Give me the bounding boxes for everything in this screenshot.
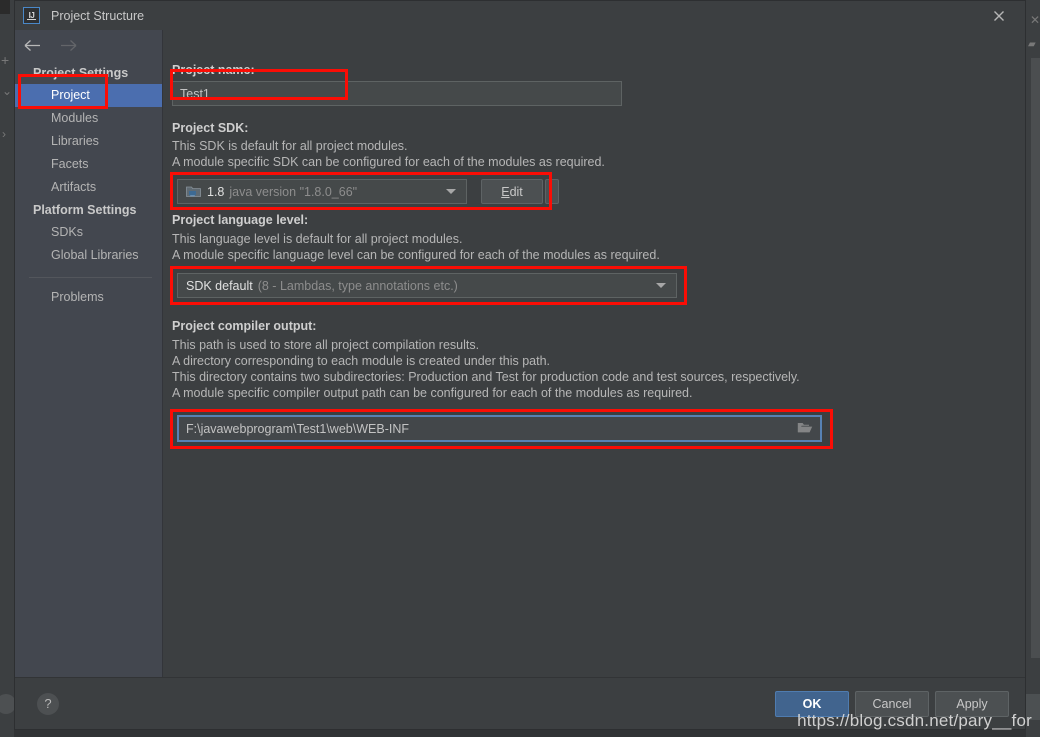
language-level-label: Project language level: [172,213,309,227]
footer-button-group: OK Cancel Apply [775,690,1009,717]
language-level-desc-2: A module specific language level can be … [172,248,660,262]
sidebar-item-artifacts[interactable]: Artifacts [15,176,162,199]
language-level-value-detail: (8 - Lambdas, type annotations etc.) [257,278,458,293]
sidebar-separator [29,277,152,278]
background-file-icon: ▰ [1028,39,1036,50]
edit-sdk-button[interactable]: Edit [481,179,543,204]
background-tab-marker [0,0,10,14]
language-level-desc-1: This language level is default for all p… [172,232,463,246]
chevron-down-icon[interactable] [656,283,666,288]
sdk-extra-button[interactable] [545,179,559,204]
dialog-body: Project Settings Project Modules Librari… [15,30,1025,677]
compiler-output-desc-2: A directory corresponding to each module… [172,354,550,368]
compiler-output-path-value: F:\javawebprogram\Test1\web\WEB-INF [186,421,409,436]
compiler-output-desc-4: A module specific compiler output path c… [172,386,693,400]
edit-button-mnemonic: E [501,184,510,199]
close-icon[interactable] [991,8,1007,24]
background-left-toolbar [0,0,14,737]
project-name-label: Project name: [172,63,255,77]
background-button[interactable] [1026,694,1040,720]
project-sdk-label: Project SDK: [172,121,249,135]
sidebar-item-project[interactable]: Project [15,84,162,107]
arrow-right-icon [59,39,79,57]
settings-sidebar: Project Settings Project Modules Librari… [15,30,163,677]
sidebar-group-project-settings: Project Settings [33,66,129,80]
sidebar-item-problems[interactable]: Problems [15,286,162,309]
project-sdk-combobox[interactable]: 1.8 java version "1.8.0_66" [177,179,467,204]
sidebar-group-platform-settings: Platform Settings [33,203,137,217]
compiler-output-desc-3: This directory contains two subdirectori… [172,370,800,384]
settings-content-pane: Project name: Test1 Project SDK: This SD… [163,30,1025,677]
background-scrollbar[interactable] [1031,58,1040,658]
sdk-folder-icon [186,185,201,198]
arrow-left-icon[interactable] [23,39,43,57]
language-level-value: SDK default [186,278,253,293]
sidebar-item-modules[interactable]: Modules [15,107,162,130]
dialog-title: Project Structure [51,8,145,23]
compiler-output-path-input[interactable]: F:\javawebprogram\Test1\web\WEB-INF [177,415,822,442]
chevron-right-icon: › [2,127,6,141]
project-sdk-value-detail: java version "1.8.0_66" [229,184,358,199]
sidebar-item-facets[interactable]: Facets [15,153,162,176]
sidebar-item-global-libraries[interactable]: Global Libraries [15,244,162,267]
project-sdk-value: 1.8 [207,184,225,199]
plus-icon: + [1,52,10,68]
project-sdk-desc-2: A module specific SDK can be configured … [172,155,605,169]
edit-button-label-rest: dit [509,184,523,199]
project-name-input[interactable]: Test1 [172,81,622,106]
chevron-down-icon[interactable] [446,189,456,194]
help-button[interactable]: ? [37,692,59,715]
project-sdk-desc-1: This SDK is default for all project modu… [172,139,408,153]
project-structure-dialog: IJ Project Structure Project Settings Pr… [14,0,1026,730]
sidebar-item-libraries[interactable]: Libraries [15,130,162,153]
intellij-logo-icon: IJ [23,7,40,24]
chevron-down-icon: ⌄ [2,84,13,98]
ok-button[interactable]: OK [775,690,849,717]
language-level-combobox[interactable]: SDK default (8 - Lambdas, type annotatio… [177,273,677,298]
folder-browse-icon[interactable] [797,421,813,437]
apply-button[interactable]: Apply [935,690,1009,717]
compiler-output-desc-1: This path is used to store all project c… [172,338,480,352]
cancel-button[interactable]: Cancel [855,690,929,717]
background-close-icon-right: ✕ [1030,13,1040,27]
navigation-arrows [15,34,162,62]
logo-text: IJ [28,11,35,20]
dialog-titlebar: IJ Project Structure [15,1,1025,30]
sidebar-item-sdks[interactable]: SDKs [15,221,162,244]
dialog-footer: ? OK Cancel Apply [15,677,1025,729]
compiler-output-label: Project compiler output: [172,319,317,333]
